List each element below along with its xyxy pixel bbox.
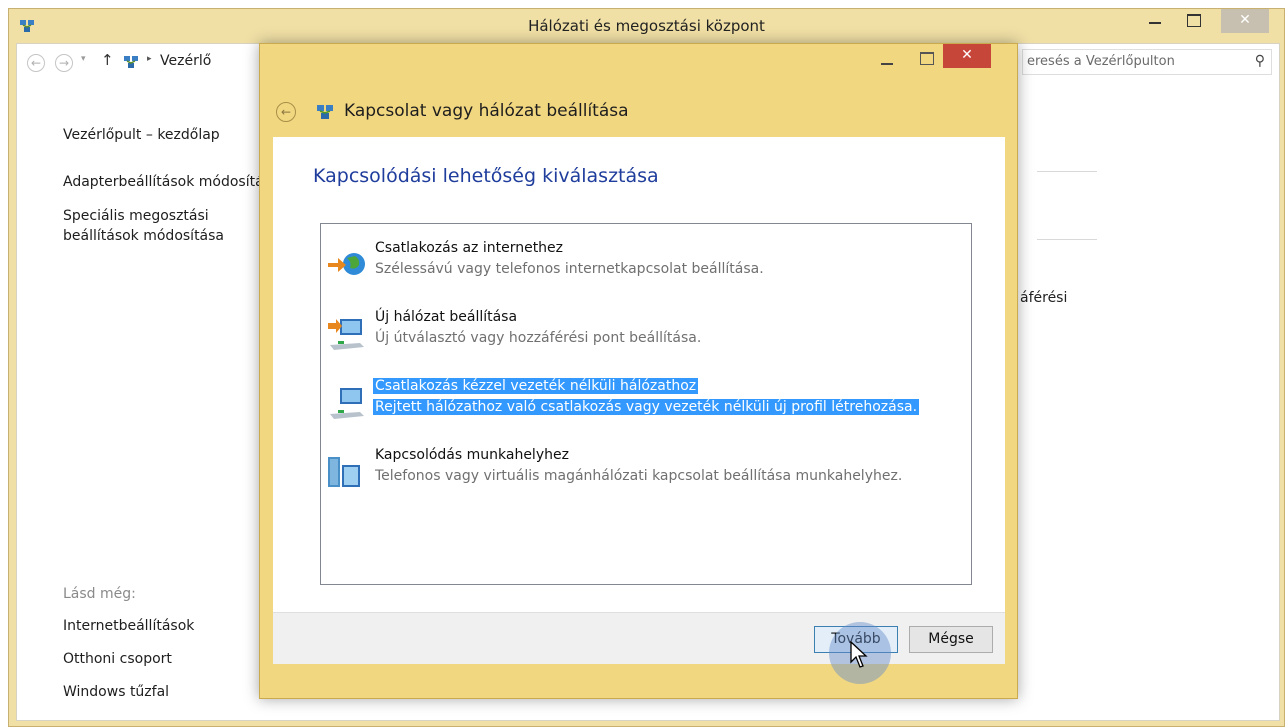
advanced-sharing-link-line1: Speciális megosztási (63, 208, 209, 224)
router-setup-icon (328, 319, 364, 350)
option-title: Csatlakozás kézzel vezeték nélküli hálóz… (373, 378, 699, 394)
window-title: Hálózati és megosztási központ (528, 17, 765, 35)
see-also-label: Lásd még: (63, 586, 136, 602)
dialog-back-button[interactable]: ← (276, 102, 296, 122)
close-button[interactable]: ✕ (1221, 9, 1269, 33)
minimize-button[interactable] (1142, 9, 1168, 33)
search-input[interactable]: eresés a Vezérlőpulton ⚲ (1022, 49, 1272, 75)
option-new-network[interactable]: Új hálózat beállítása Új útválasztó vagy… (326, 309, 966, 355)
control-panel-icon (124, 56, 138, 68)
setup-connection-dialog: ✕ ← Kapcsolat vagy hálózat beállítása Ka… (259, 43, 1018, 699)
dialog-title: Kapcsolat vagy hálózat beállítása (344, 101, 629, 121)
internet-options-link[interactable]: Internetbeállítások (63, 616, 194, 636)
close-icon: ✕ (1239, 12, 1251, 28)
option-description: Telefonos vagy virtuális magánhálózati k… (375, 468, 903, 484)
search-icon[interactable]: ⚲ (1255, 53, 1265, 69)
dialog-close-button[interactable]: ✕ (943, 44, 991, 68)
minimize-icon (1149, 22, 1161, 24)
dialog-heading: Kapcsolódási lehetőség kiválasztása (313, 165, 659, 187)
control-panel-home-link[interactable]: Vezérlőpult – kezdőlap (63, 125, 220, 145)
globe-connect-icon (328, 253, 365, 275)
up-button[interactable]: ↑ (101, 51, 114, 69)
breadcrumb-separator-icon: ▸ (147, 54, 152, 64)
back-button[interactable]: ← (27, 54, 45, 72)
option-title: Kapcsolódás munkahelyhez (375, 447, 569, 463)
option-manual-wireless[interactable]: Csatlakozás kézzel vezeték nélküli hálóz… (326, 378, 966, 424)
dialog-maximize-icon[interactable] (920, 52, 934, 65)
advanced-sharing-link[interactable]: Speciális megosztási beállítások módosít… (63, 206, 224, 246)
workplace-vpn-icon (328, 457, 360, 487)
dialog-minimize-icon[interactable] (881, 63, 893, 65)
connection-options-list[interactable]: Csatlakozás az internethez Szélessávú va… (320, 223, 972, 585)
mouse-cursor-icon (850, 641, 868, 668)
option-description: Szélessávú vagy telefonos internetkapcso… (375, 261, 764, 277)
option-title: Új hálózat beállítása (375, 309, 518, 325)
option-title: Csatlakozás az internethez (375, 240, 564, 256)
dialog-footer: Tovább Mégse (273, 612, 1005, 664)
option-description: Rejtett hálózathoz való csatlakozás vagy… (373, 399, 920, 415)
forward-button[interactable]: → (55, 54, 73, 72)
cancel-button[interactable]: Mégse (909, 626, 993, 653)
maximize-icon (1187, 14, 1201, 27)
advanced-sharing-link-line2: beállítások módosítása (63, 228, 225, 244)
option-description: Új útválasztó vagy hozzáférési pont beál… (375, 330, 702, 346)
option-workplace[interactable]: Kapcsolódás munkahelyhez Telefonos vagy … (326, 447, 966, 493)
divider (1037, 239, 1097, 240)
maximize-button[interactable] (1181, 9, 1207, 33)
recent-locations-dropdown[interactable]: ▾ (81, 54, 86, 64)
windows-firewall-link[interactable]: Windows tűzfal (63, 682, 169, 702)
search-placeholder: eresés a Vezérlőpulton (1027, 54, 1175, 69)
breadcrumb-control-panel[interactable]: Vezérlő (160, 53, 211, 69)
network-setup-icon (317, 105, 333, 119)
adapter-settings-link[interactable]: Adapterbeállítások módosítá (63, 172, 264, 192)
divider (1037, 171, 1097, 172)
homegroup-link[interactable]: Otthoni csoport (63, 649, 172, 669)
wireless-manual-icon (330, 388, 364, 419)
background-text-fragment: áférési (1020, 290, 1068, 306)
option-connect-internet[interactable]: Csatlakozás az internethez Szélessávú va… (326, 240, 966, 286)
dialog-body: Kapcsolódási lehetőség kiválasztása Csat… (273, 137, 1005, 612)
